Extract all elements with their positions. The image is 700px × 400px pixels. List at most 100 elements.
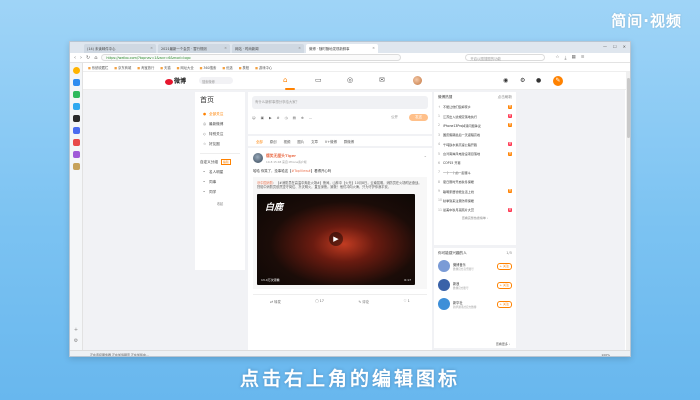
author-name[interactable]: 爆笑无厘头Tiger [266,153,307,159]
close-window-button[interactable]: ✕ [623,44,626,49]
tab-all[interactable]: 全部 [256,139,263,144]
send-button[interactable]: 发送 [409,114,428,121]
bookmark-item[interactable]: 携程 [239,65,250,70]
visibility-select[interactable]: 公开 [391,115,398,120]
gear-icon[interactable]: ⚙ [74,338,78,344]
close-icon[interactable]: × [298,46,301,50]
hot-search-item[interactable]: 4 千吨铁水乘高速公路开跑新 [438,140,512,149]
home-icon[interactable]: ⌂ [94,55,97,61]
follow-button[interactable]: + 关注 [496,300,512,308]
hot-search-item[interactable]: 8 夏日限时开启秋冬保暖 [438,177,512,186]
video-icon[interactable]: ▶ [269,116,272,120]
hot-search-item[interactable]: 6 COP15 开幕 [438,158,512,167]
tab-article[interactable]: 文章 [311,139,318,144]
post-topic-tag[interactable]: #TopView# [291,169,310,173]
close-icon[interactable]: × [372,46,375,50]
location-icon[interactable]: ⊕ [301,116,304,120]
mail-icon[interactable]: ◉ [503,77,508,84]
menu-icon[interactable]: ≡ [581,55,585,61]
weibo-logo[interactable]: 微博 [165,76,186,85]
settings-icon[interactable]: ⚙ [520,77,525,84]
bookmark-item[interactable]: 系统收藏栏 [88,65,108,70]
bookmark-item[interactable]: 天猫 [160,65,171,70]
hot-search-item[interactable]: 3 国庆假期最后一天返程高峰 [438,130,512,139]
avatar[interactable] [438,298,450,310]
forward-icon[interactable]: › [80,55,82,61]
bookmark-item[interactable]: 淘宝旅行 [137,65,154,70]
notification-icon[interactable]: ● [536,77,541,84]
video-player[interactable]: 白鹿 ▶ 13.4万次观看 0:17 [257,193,415,285]
composer-input[interactable]: 有什么新鲜事想分享给大家？ [252,96,428,109]
nav-item-all-follow[interactable]: ● 全部关注 [195,109,245,119]
tab-group[interactable]: 群微博 [344,139,354,144]
author-avatar[interactable] [253,153,263,163]
browser-tab[interactable]: 2021最新一个会员 · 暂行规则 × [158,44,230,53]
bookmark-item[interactable]: 网址大全 [177,65,193,70]
refresh-button[interactable]: 点击刷新 [498,95,512,100]
chat-icon[interactable] [72,91,80,98]
tab-original[interactable]: 原创 [270,139,277,144]
favorites-icon[interactable] [72,67,80,74]
extension-icon[interactable]: ▦ [571,55,575,61]
minimize-button[interactable]: — [603,44,607,49]
scrollbar-thumb[interactable] [626,78,630,138]
nav-item-friends[interactable]: ☆ 好友圈 [195,139,245,149]
url-input[interactable]: https://weibo.com/?topnav=1&wvr=6&mod=lo… [101,54,402,61]
group-edit-button[interactable]: 编辑 [220,159,231,165]
hot-search-item[interactable]: 10 秋季到来注意防寒保暖 [438,196,512,205]
recommend-pager[interactable]: 1/5 [506,251,512,256]
avatar[interactable] [438,260,450,272]
star-icon[interactable]: ☆ [555,55,559,61]
follow-button[interactable]: + 关注 [496,262,512,270]
article-icon[interactable]: ▤ [293,116,296,120]
follow-button[interactable]: + 关注 [496,281,512,289]
hot-search-item[interactable]: 2 iPhone13Pro掉漆问题争议热 [438,121,512,130]
repost-button[interactable]: ⇄ 转发 [270,299,281,304]
mail-icon[interactable] [72,79,80,86]
browser-tab-active[interactable]: 微博 · 随时随地发现新鲜事 × [306,44,378,53]
back-icon[interactable]: ‹ [74,55,76,61]
browser-tab[interactable]: (14) 未读邮件中心 × [84,44,156,53]
bookmark-item[interactable]: 游戏中心 [255,65,272,70]
tab-vplus[interactable]: V+微博 [325,139,337,144]
close-icon[interactable]: × [224,46,227,50]
hot-search-item[interactable]: 7 一个一个的一起奋斗 [438,168,512,177]
tab-image[interactable]: 图片 [297,139,304,144]
hot-search-item[interactable]: 11 最美中秋月亮照片大赏新 [438,205,512,214]
hot-search-item[interactable]: 1 江苏出入境规定落地执行新 [438,111,512,120]
edit-icon[interactable]: ✎ [553,76,563,86]
hot-search-item[interactable]: ↑ 不能让他们毁掉家乡热 [438,102,512,111]
play-icon[interactable]: ▶ [329,231,343,246]
refresh-icon[interactable]: ↻ [86,55,90,61]
bookmark-item[interactable]: 360搜索 [200,65,216,70]
recommend-more-link[interactable]: 查看更多 › [496,342,510,346]
browser-search-input[interactable]: 开启以图搜图的功能 [465,54,546,61]
hot-search-item[interactable]: 5 台湾离岸风电建设项目落地热 [438,149,512,158]
video-icon[interactable]: ▭ [315,76,322,84]
nav-group-item[interactable]: • 同学 [195,187,245,197]
video-icon[interactable] [72,139,80,146]
weibo-search-input[interactable]: 搜索微博 [199,77,233,84]
home-icon[interactable]: ⌂ [283,76,287,84]
scrollbar[interactable] [626,72,630,350]
cloud-icon[interactable] [72,103,80,110]
add-icon[interactable]: + [74,327,78,333]
close-icon[interactable]: × [150,46,153,50]
app-icon[interactable] [72,163,80,170]
collapse-button[interactable]: 收起 [195,201,245,206]
tiktok-icon[interactable] [72,115,80,122]
hot-search-more-link[interactable]: 查看完整热搜榜单 › [438,216,512,220]
discover-icon[interactable]: ◎ [347,76,353,84]
repost-count[interactable]: ▢ 17 [315,299,324,304]
image-icon[interactable]: ▣ [261,116,264,120]
user-avatar[interactable] [413,76,422,85]
bookmark-item[interactable]: 优选 [222,65,233,70]
schedule-icon[interactable]: ◷ [285,116,288,120]
nav-item-special[interactable]: ◇ 特别关注 [195,129,245,139]
download-icon[interactable]: ⤓ [564,55,566,61]
nav-item-latest[interactable]: ◎ 最新微博 [195,119,245,129]
topic-icon[interactable]: # [277,116,280,120]
zoom-level[interactable]: 100% [601,353,610,356]
chevron-down-icon[interactable]: ⌄ [424,153,427,164]
hot-search-item[interactable]: 9 聪明家居智能生活上线热 [438,186,512,195]
